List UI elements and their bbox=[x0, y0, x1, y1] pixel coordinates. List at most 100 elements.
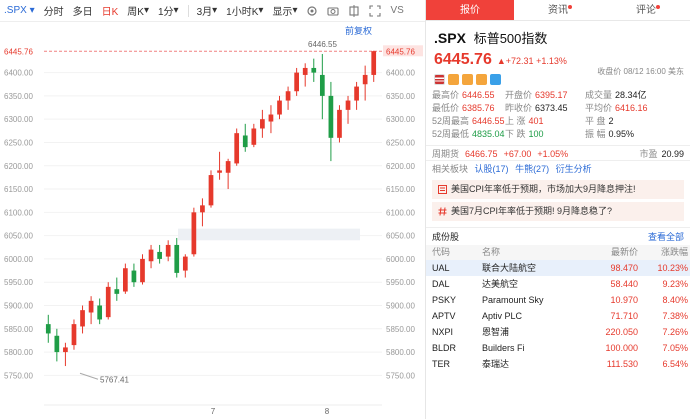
last-price-tag-label: 6445.76 bbox=[386, 47, 415, 56]
candle-body bbox=[63, 347, 68, 353]
constituent-row[interactable]: UAL 联合大陆航空 98.470 10.23% bbox=[426, 260, 690, 276]
futures-pct: +1.05% bbox=[537, 149, 569, 159]
constituent-row[interactable]: TER 泰瑞达 111.530 6.54% bbox=[426, 356, 690, 372]
tab-daily-k[interactable]: 日K bbox=[102, 3, 119, 18]
y-tick-label: 6200.00 bbox=[386, 162, 415, 171]
constituent-price: 58.440 bbox=[610, 279, 638, 289]
col-code[interactable]: 代码 bbox=[432, 245, 482, 260]
related-tag-warrants[interactable]: 认股(17) bbox=[475, 164, 509, 174]
camera-icon[interactable] bbox=[327, 5, 340, 17]
stat-value: 100 bbox=[528, 129, 544, 139]
y-tick-label: 6100.00 bbox=[386, 208, 415, 217]
y-tick-label-left: 6000.00 bbox=[4, 255, 33, 264]
view-all-link[interactable]: 查看全部 bbox=[648, 228, 684, 246]
tab-multiday[interactable]: 多日 bbox=[73, 3, 93, 18]
candle-body bbox=[191, 212, 197, 255]
tab-quote[interactable]: 报价 bbox=[426, 0, 514, 20]
constituent-code: TER bbox=[432, 359, 450, 369]
constituent-name: Builders Fi bbox=[482, 343, 525, 353]
stat-label: 振 幅 bbox=[585, 129, 606, 139]
constituent-row[interactable]: NXPI 恩智浦 220.050 7.26% bbox=[426, 324, 690, 340]
stat-label: 52周最高 bbox=[432, 116, 470, 126]
candle-body bbox=[114, 289, 120, 294]
stat-cell: 52周最高 6446.55 bbox=[432, 115, 505, 128]
symbol-selector[interactable]: .SPX ▾ bbox=[4, 5, 35, 16]
candlestick-chart[interactable]: 6445.76 6400.00 6350.00 6300.00 6250.00 6200.… bbox=[0, 22, 425, 419]
expand-icon[interactable] bbox=[369, 4, 382, 17]
y-tick-label-left: 5900.00 bbox=[4, 302, 33, 311]
candle-body bbox=[277, 100, 282, 115]
candle-body bbox=[242, 135, 248, 148]
constituent-row[interactable]: PSKY Paramount Sky 10.970 8.40% bbox=[426, 292, 690, 308]
col-price[interactable]: 最新价 bbox=[566, 245, 638, 260]
col-pct[interactable]: 涨跌幅 bbox=[638, 245, 688, 260]
related-label: 相关板块 bbox=[432, 164, 469, 174]
tab-news[interactable]: 资讯 bbox=[514, 0, 602, 20]
interval-selector[interactable]: 1小时K ▾ bbox=[226, 3, 263, 18]
related-tag-cbbc[interactable]: 牛熊(27) bbox=[515, 164, 549, 174]
stat-cell: 最低价 6385.76 bbox=[432, 102, 505, 115]
candle-body bbox=[234, 133, 240, 164]
display-menu[interactable]: 显示 ▾ bbox=[272, 3, 297, 18]
constituent-pct: 7.26% bbox=[662, 327, 688, 337]
stat-label: 昨收价 bbox=[505, 103, 533, 113]
info-badge-icon[interactable] bbox=[462, 74, 473, 85]
hashtag-icon bbox=[438, 207, 447, 216]
crosshair-icon[interactable] bbox=[348, 4, 360, 17]
news-item[interactable]: 美国7月CPI年率低于预期! 9月降息稳了? bbox=[432, 202, 684, 221]
stat-label: 成交量 bbox=[585, 90, 613, 100]
news-item[interactable]: 美国CPI年率低于预期，市场加大9月降息押注! bbox=[432, 180, 684, 199]
stat-value: 6395.17 bbox=[535, 90, 568, 100]
y-tick-label: 6000.00 bbox=[386, 255, 415, 264]
pe-label: 市盈 bbox=[639, 149, 658, 159]
low-pointer bbox=[79, 372, 99, 380]
col-name[interactable]: 名称 bbox=[482, 245, 566, 260]
range-selector[interactable]: 3月 ▾ bbox=[197, 3, 218, 18]
stat-cell: 上 涨 401 bbox=[505, 115, 585, 128]
constituent-row[interactable]: DAL 达美航空 58.440 9.23% bbox=[426, 276, 690, 292]
constituent-name: 泰瑞达 bbox=[482, 359, 510, 369]
y-tick-label-left: 5750.00 bbox=[4, 371, 33, 380]
compare-button[interactable]: VS bbox=[390, 5, 403, 16]
low-label: 5767.41 bbox=[100, 375, 129, 384]
candle-body bbox=[337, 109, 342, 138]
constituent-pct: 6.54% bbox=[662, 359, 688, 369]
constituent-price: 220.050 bbox=[605, 327, 638, 337]
candle-body bbox=[165, 244, 171, 257]
news-icon bbox=[438, 185, 447, 194]
settings-icon[interactable] bbox=[306, 5, 318, 17]
stat-cell: 下 跌 100 bbox=[505, 128, 585, 141]
constituent-row[interactable]: APTV Aptiv PLC 71.710 7.38% bbox=[426, 308, 690, 324]
constituents-columns: 代码 名称 最新价 涨跌幅 bbox=[426, 245, 690, 260]
stat-value: 4835.04 bbox=[472, 129, 505, 139]
tab-weekly-k[interactable]: 周K ▾ bbox=[127, 3, 149, 18]
stat-value: 6446.55 bbox=[472, 116, 505, 126]
stat-label: 开盘价 bbox=[505, 90, 533, 100]
related-tag-derivatives[interactable]: 衍生分析 bbox=[556, 164, 592, 174]
tab-comments[interactable]: 评论 bbox=[602, 0, 690, 20]
futures-price: 6466.75 bbox=[465, 149, 498, 159]
stat-label: 上 涨 bbox=[505, 116, 526, 126]
candle-body bbox=[54, 335, 60, 353]
constituent-row[interactable]: BLDR Builders Fi 100.000 7.05% bbox=[426, 340, 690, 356]
alert-badge-icon[interactable] bbox=[476, 74, 487, 85]
constituent-code: PSKY bbox=[432, 295, 457, 305]
tab-1min[interactable]: 1分 ▾ bbox=[158, 3, 179, 18]
tab-timeshare[interactable]: 分时 bbox=[44, 3, 64, 18]
extra-badge-icon[interactable] bbox=[490, 74, 501, 85]
y-tick-label-left: 6445.76 bbox=[4, 47, 33, 56]
y-tick-label-left: 6050.00 bbox=[4, 232, 33, 241]
quote-header: .SPX 标普500指数 6445.76 ▲+72.31 +1.13% 收盘价 … bbox=[426, 21, 690, 87]
comments-dot bbox=[656, 5, 660, 9]
chart-badge-icon[interactable] bbox=[448, 74, 459, 85]
y-tick-label: 6050.00 bbox=[386, 232, 415, 241]
stat-cell: 52周最低 4835.04 bbox=[432, 128, 505, 141]
stat-label: 平 盘 bbox=[585, 116, 606, 126]
y-tick-label: 6400.00 bbox=[386, 69, 415, 78]
y-tick-label: 5900.00 bbox=[386, 302, 415, 311]
stat-row: 最高价 6446.55 开盘价 6395.17 成交量 28.34亿 bbox=[432, 89, 690, 102]
candle-body bbox=[105, 286, 111, 318]
y-tick-label-left: 6300.00 bbox=[4, 115, 33, 124]
y-tick-label: 6300.00 bbox=[386, 115, 415, 124]
y-tick-label-left: 6200.00 bbox=[4, 162, 33, 171]
